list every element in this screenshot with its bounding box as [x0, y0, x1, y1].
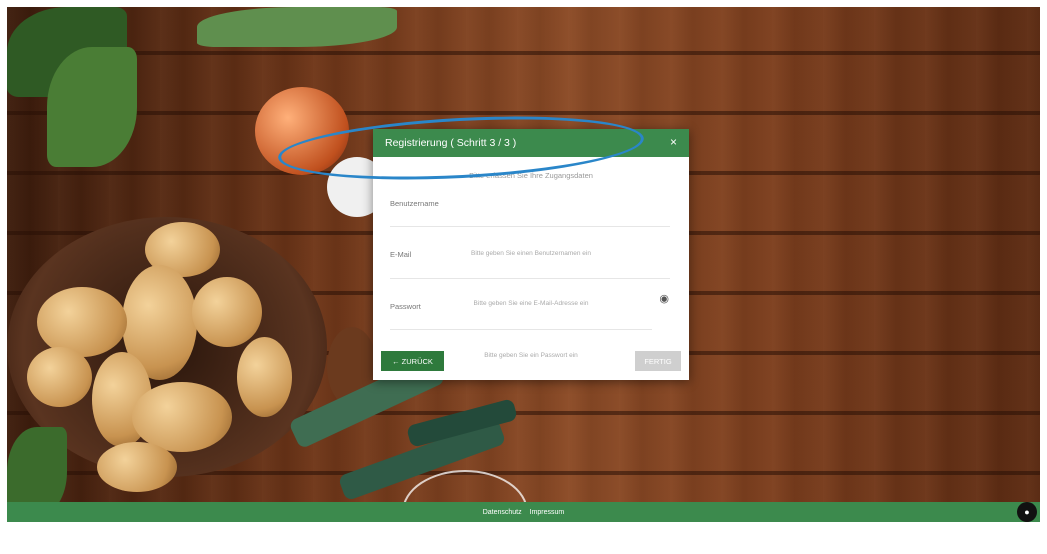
potato	[37, 287, 127, 357]
potato	[27, 347, 92, 407]
username-label: Benutzername	[390, 199, 439, 208]
footer: Datenschutz Impressum	[7, 502, 1040, 522]
potato	[97, 442, 177, 492]
imprint-link[interactable]: Impressum	[530, 509, 565, 516]
password-label: Passwort	[390, 302, 421, 311]
close-icon[interactable]: ×	[670, 135, 677, 149]
username-hint: Bitte geben Sie einen Benutzernamen ein	[471, 250, 591, 257]
privacy-link[interactable]: Datenschutz	[483, 509, 522, 516]
username-input[interactable]	[390, 212, 670, 227]
finish-button[interactable]: FERTIG	[635, 351, 681, 371]
chat-icon[interactable]: ●	[1017, 502, 1037, 522]
potato	[132, 382, 232, 452]
herb-leaves	[47, 47, 137, 167]
kale-leaf	[197, 7, 397, 47]
email-field[interactable]	[390, 264, 670, 279]
modal-body: Bitte erfassen Sie Ihre Zugangsdaten Ben…	[373, 157, 689, 380]
eye-icon[interactable]: ◉	[659, 292, 669, 305]
potato	[192, 277, 262, 347]
potato	[237, 337, 292, 417]
email-label: E-Mail	[390, 250, 412, 259]
password-input[interactable]	[390, 315, 652, 330]
back-button[interactable]: ← ZURÜCK	[381, 351, 444, 371]
